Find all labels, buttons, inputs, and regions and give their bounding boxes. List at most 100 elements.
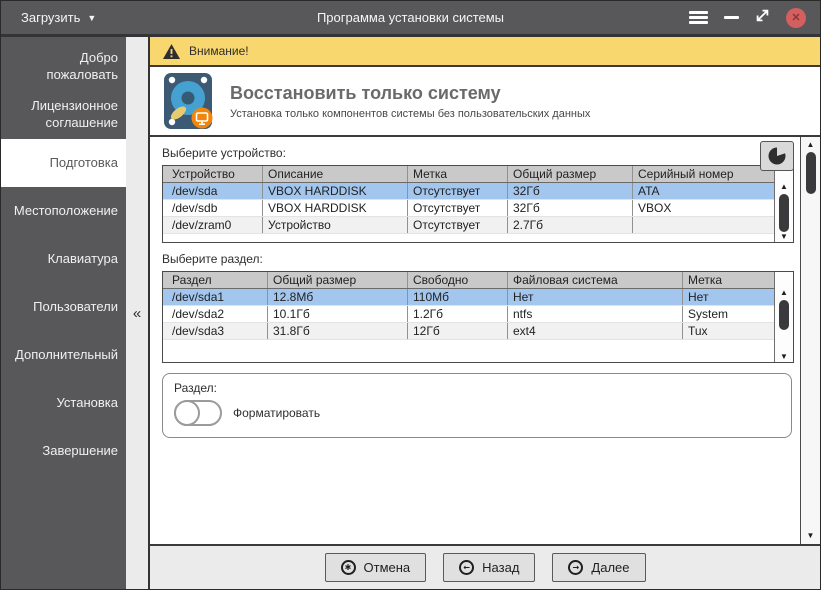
sidebar-item-location[interactable]: Местоположение bbox=[1, 187, 126, 235]
partition-table: Раздел Общий размер Свободно Файловая си… bbox=[162, 271, 794, 363]
table-cell: Нет bbox=[688, 290, 709, 304]
scroll-up-icon[interactable]: ▲ bbox=[807, 140, 815, 150]
hamburger-menu-icon bbox=[689, 16, 708, 19]
table-cell bbox=[633, 217, 774, 233]
sidebar-item-finish[interactable]: Завершение bbox=[1, 427, 126, 475]
close-button[interactable]: ✕ bbox=[786, 7, 806, 28]
table-row-sdb[interactable]: /dev/sdb VBOX HARDDISK Отсутствует 32Гб … bbox=[163, 200, 774, 217]
step-title: Восстановить только систему bbox=[230, 82, 501, 103]
table-cell: Отсутствует bbox=[408, 200, 508, 216]
partition-table-scrollbar[interactable]: ▲ ▼ bbox=[774, 272, 793, 362]
table-cell: Tux bbox=[688, 324, 708, 338]
cancel-icon: ✱ bbox=[340, 560, 356, 575]
partition-options-group: Раздел: Форматировать bbox=[162, 373, 792, 438]
column-header[interactable]: Свободно bbox=[408, 272, 508, 288]
sidebar-item-welcome[interactable]: Добро пожаловать bbox=[1, 43, 126, 91]
table-cell: 12.8Мб bbox=[268, 289, 408, 305]
sidebar-item-keyboard[interactable]: Клавиатура bbox=[1, 235, 126, 283]
disk-usage-pie-icon bbox=[768, 146, 786, 165]
table-cell: /dev/sda3 bbox=[163, 323, 268, 339]
column-header[interactable]: Описание bbox=[263, 166, 408, 182]
table-cell: /dev/zram0 bbox=[163, 217, 263, 233]
table-cell: ATA bbox=[638, 184, 660, 198]
device-table-scrollbar[interactable]: ▲ ▼ bbox=[774, 166, 793, 242]
column-header[interactable]: Общий размер bbox=[508, 166, 633, 182]
table-row-zram0[interactable]: /dev/zram0 Устройство Отсутствует 2.7Гб bbox=[163, 217, 774, 234]
next-button[interactable]: → Далее bbox=[552, 553, 646, 582]
column-header[interactable]: Общий размер bbox=[268, 272, 408, 288]
column-header[interactable]: Метка bbox=[683, 272, 774, 288]
step-header: Восстановить только систему Установка то… bbox=[150, 67, 820, 137]
back-button-label: Назад bbox=[482, 560, 520, 575]
cancel-button[interactable]: ✱ Отмена bbox=[324, 553, 427, 582]
content-scrollbar[interactable]: ▲ ▼ bbox=[800, 137, 820, 544]
partition-group-label: Раздел: bbox=[174, 381, 217, 395]
device-table: Устройство Описание Метка Общий размер С… bbox=[162, 165, 794, 243]
toggle-knob bbox=[174, 400, 200, 426]
sidebar-item-additional[interactable]: Дополнительный bbox=[1, 331, 126, 379]
warning-triangle-icon bbox=[163, 43, 180, 59]
warning-text: Внимание! bbox=[189, 44, 249, 58]
sidebar-item-users[interactable]: Пользователи bbox=[1, 283, 126, 331]
table-cell: ext4 bbox=[508, 323, 683, 339]
scroll-down-icon[interactable]: ▼ bbox=[780, 232, 788, 242]
steps-sidebar: Добро пожаловать Лицензионное соглашение… bbox=[1, 37, 126, 589]
device-section-label: Выберите устройство: bbox=[162, 146, 286, 160]
menu-button[interactable] bbox=[689, 11, 708, 24]
table-row-sda3[interactable]: /dev/sda3 31.8Гб 12Гб ext4 Tux bbox=[163, 323, 774, 340]
scroll-up-icon[interactable]: ▲ bbox=[780, 182, 788, 192]
back-button[interactable]: ← Назад bbox=[443, 553, 536, 582]
sidebar-item-license[interactable]: Лицензионное соглашение bbox=[1, 91, 126, 139]
column-header[interactable]: Раздел bbox=[163, 272, 268, 288]
sidebar-item-preparation[interactable]: Подготовка bbox=[1, 139, 126, 187]
back-icon: ← bbox=[459, 560, 475, 575]
scroll-up-icon[interactable]: ▲ bbox=[780, 288, 788, 298]
next-button-label: Далее bbox=[591, 560, 630, 575]
maximize-button[interactable] bbox=[755, 8, 770, 28]
table-cell: 10.1Гб bbox=[268, 306, 408, 322]
cancel-button-label: Отмена bbox=[363, 560, 411, 575]
table-cell: Отсутствует bbox=[408, 183, 508, 199]
minimize-button[interactable] bbox=[724, 16, 739, 19]
table-cell: VBOX HARDDISK bbox=[263, 200, 408, 216]
table-row-sda[interactable]: /dev/sda VBOX HARDDISK Отсутствует 32Гб … bbox=[163, 183, 774, 200]
sidebar-item-installation[interactable]: Установка bbox=[1, 379, 126, 427]
scroll-down-icon[interactable]: ▼ bbox=[780, 352, 788, 362]
format-toggle-label: Форматировать bbox=[233, 406, 321, 420]
next-icon: → bbox=[568, 560, 584, 575]
table-cell: VBOX HARDDISK bbox=[263, 183, 408, 199]
column-header[interactable]: Серийный номер bbox=[633, 166, 774, 182]
column-header[interactable]: Устройство bbox=[163, 166, 263, 182]
step-content: Выберите устройство: Устройство Описание… bbox=[150, 137, 800, 544]
scroll-thumb[interactable] bbox=[779, 194, 789, 232]
scroll-thumb[interactable] bbox=[805, 152, 816, 194]
table-cell: 12Гб bbox=[408, 323, 508, 339]
disk-usage-button[interactable] bbox=[760, 141, 794, 171]
scroll-thumb[interactable] bbox=[779, 300, 789, 330]
format-toggle[interactable] bbox=[174, 400, 222, 426]
column-header[interactable]: Файловая система bbox=[508, 272, 683, 288]
installer-window: Загрузить ▼ Программа установки системы … bbox=[0, 0, 821, 590]
table-cell: VBOX bbox=[638, 201, 672, 215]
warning-banner: Внимание! bbox=[150, 37, 820, 67]
table-cell: /dev/sda2 bbox=[163, 306, 268, 322]
main-panel: Внимание! Восстановить только систему Ус… bbox=[150, 37, 820, 589]
table-cell: /dev/sda bbox=[163, 183, 263, 199]
dropdown-caret-icon: ▼ bbox=[87, 12, 97, 23]
scroll-down-icon[interactable]: ▼ bbox=[807, 531, 815, 541]
table-row-sda2[interactable]: /dev/sda2 10.1Гб 1.2Гб ntfs System bbox=[163, 306, 774, 323]
sidebar-collapse-button[interactable]: « bbox=[126, 37, 150, 589]
column-header[interactable]: Метка bbox=[408, 166, 508, 182]
table-cell: 110Мб bbox=[408, 289, 508, 305]
table-cell: ntfs bbox=[508, 306, 683, 322]
load-dropdown[interactable]: Загрузить ▼ bbox=[21, 10, 96, 25]
partition-section-label: Выберите раздел: bbox=[162, 252, 263, 266]
hard-disk-icon bbox=[164, 73, 213, 129]
table-cell: Отсутствует bbox=[408, 217, 508, 233]
table-row-sda1[interactable]: /dev/sda1 12.8Мб 110Мб Нет Нет bbox=[163, 289, 774, 306]
device-table-header: Устройство Описание Метка Общий размер С… bbox=[163, 166, 774, 183]
table-cell: /dev/sda1 bbox=[163, 289, 268, 305]
table-cell: 32Гб bbox=[508, 200, 633, 216]
close-icon: ✕ bbox=[791, 12, 801, 24]
maximize-icon bbox=[756, 9, 769, 21]
